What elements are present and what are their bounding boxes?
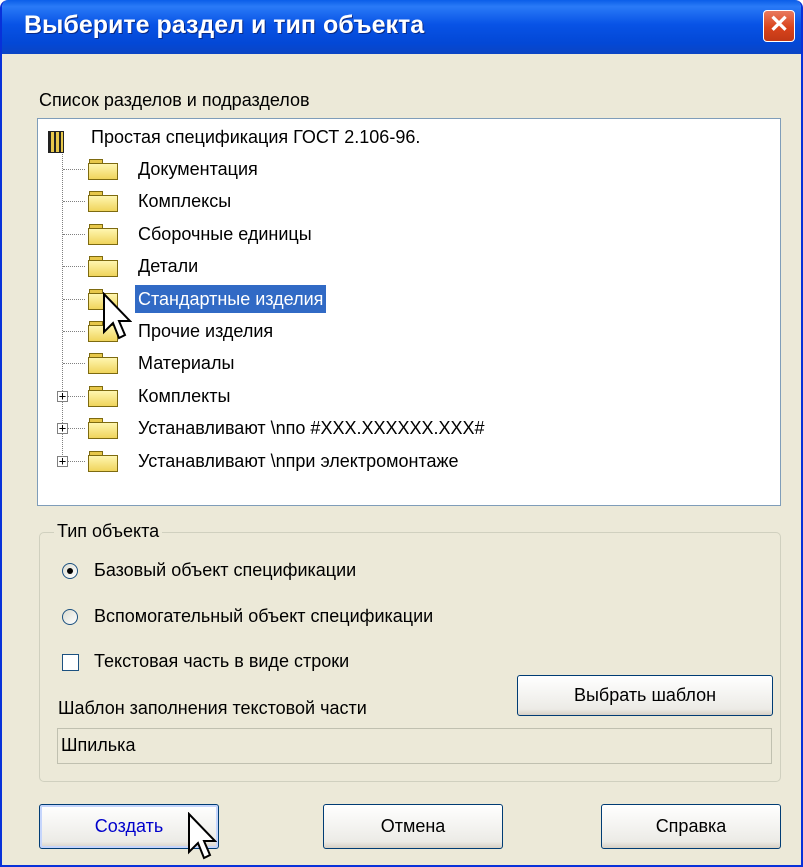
tree-root[interactable]: Простая спецификация ГОСТ 2.106-96. xyxy=(38,123,778,153)
choose-template-button[interactable]: Выбрать шаблон xyxy=(517,675,773,716)
tree-item[interactable]: + Устанавливают \nпри электромонтаже xyxy=(38,447,778,475)
template-field: Шпилька xyxy=(57,728,772,764)
tree-item-label: Стандартные изделия xyxy=(135,284,327,313)
expand-icon[interactable]: + xyxy=(57,422,68,435)
tree-connector-line xyxy=(63,233,85,235)
tree-item-label: Детали xyxy=(138,256,199,277)
tree-item[interactable]: + Устанавливают \nпо #XXX.XXXXXX.XXX# xyxy=(38,414,778,442)
folder-icon xyxy=(88,191,118,213)
title-bar[interactable]: Выберите раздел и тип объекта ✕ xyxy=(2,0,801,54)
template-label: Шаблон заполнения текстовой части xyxy=(58,698,367,718)
text-line-checkbox[interactable] xyxy=(62,654,79,671)
tree-item[interactable]: Материалы xyxy=(38,349,778,377)
tree-item-label: Материалы xyxy=(138,353,235,374)
tree-item-label: Комплекты xyxy=(138,385,231,406)
text-line-checkbox-label[interactable]: Текстовая часть в виде строки xyxy=(94,651,349,672)
mouse-pointer-icon xyxy=(103,292,132,340)
tree-item-label: Документация xyxy=(138,159,258,179)
folder-icon xyxy=(88,256,118,278)
tree-item-label: Прочие изделия xyxy=(138,321,274,341)
tree-root-label: Простая спецификация ГОСТ 2.106-96. xyxy=(91,127,421,147)
tree-label: Список разделов и подразделов xyxy=(39,90,310,110)
close-icon: ✕ xyxy=(768,11,790,38)
tree-connector-line xyxy=(63,266,85,268)
tree-item-label: Сборочные единицы xyxy=(138,223,312,244)
tree-item-label: Устанавливают \nпри электромонтаже xyxy=(138,450,459,471)
expand-icon[interactable]: + xyxy=(57,455,68,467)
tree-item-label: Комплексы xyxy=(138,191,232,212)
expand-icon[interactable]: + xyxy=(57,390,68,402)
tree-item[interactable]: Стандартные изделия xyxy=(38,284,778,313)
tree-connector-line xyxy=(63,201,85,203)
tree-item[interactable]: Документация xyxy=(38,155,778,183)
cancel-button[interactable]: Отмена xyxy=(323,804,503,849)
folder-icon xyxy=(88,159,118,180)
object-type-title: Тип объекта xyxy=(54,521,163,542)
tree-item[interactable]: Детали xyxy=(38,252,778,280)
tree-connector-line xyxy=(63,331,85,332)
tree-connector-line xyxy=(63,298,85,300)
folder-icon xyxy=(88,450,118,472)
radio-selected-dot xyxy=(67,568,73,574)
tree-item[interactable]: Комплексы xyxy=(38,187,778,215)
help-button[interactable]: Справка xyxy=(601,804,781,849)
window-title: Выберите раздел и тип объекта xyxy=(24,11,425,39)
tree-item[interactable]: Сборочные единицы xyxy=(38,220,778,248)
tree-item-label: Устанавливают \nпо #XXX.XXXXXX.XXX# xyxy=(138,418,485,439)
tree-item[interactable]: + Комплекты xyxy=(38,382,778,410)
section-tree[interactable]: Простая спецификация ГОСТ 2.106-96. Доку… xyxy=(37,118,781,506)
radio-aux-label[interactable]: Вспомогательный объект спецификации xyxy=(94,606,433,627)
folder-icon xyxy=(88,223,118,245)
tree-item[interactable]: Прочие изделия xyxy=(38,317,778,345)
folder-icon xyxy=(88,385,118,407)
radio-base-object[interactable] xyxy=(62,563,78,579)
tree-connector-line xyxy=(63,169,85,170)
mouse-pointer-icon-2 xyxy=(188,812,217,860)
folder-icon xyxy=(88,418,118,440)
radio-base-label[interactable]: Базовый объект спецификации xyxy=(94,560,356,581)
close-button[interactable]: ✕ xyxy=(763,10,795,42)
tree-connector-line xyxy=(63,363,85,365)
book-icon xyxy=(48,131,64,153)
radio-aux-object[interactable] xyxy=(62,609,78,625)
dialog-window: Выберите раздел и тип объекта ✕ Список р… xyxy=(0,0,803,867)
folder-icon xyxy=(88,353,118,375)
